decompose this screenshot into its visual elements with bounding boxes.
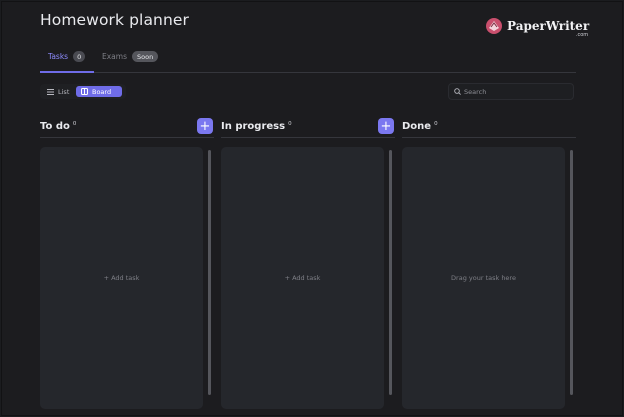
app-window: Homework planner PaperWriter .com Tasks …	[1, 1, 623, 416]
add-task-todo-button[interactable]: +	[197, 118, 213, 134]
brand-name: PaperWriter	[507, 19, 590, 33]
column-done[interactable]: Drag your task here	[402, 147, 565, 409]
tab-exams[interactable]: Exams Soon	[102, 51, 159, 62]
board-view-button[interactable]: Board	[76, 86, 122, 97]
column-todo[interactable]: + Add task	[40, 147, 203, 409]
column-todo-scrollbar[interactable]	[208, 150, 211, 395]
column-title-todo: To do	[40, 121, 70, 132]
board-icon	[81, 88, 88, 95]
plus-icon: +	[199, 118, 211, 134]
column-title-in-progress: In progress	[221, 121, 286, 132]
column-done-scrollbar[interactable]	[570, 150, 573, 395]
column-header-done: Done 0	[402, 116, 576, 138]
exams-soon-badge: Soon	[132, 51, 159, 62]
tab-bar: Tasks 0 Exams Soon	[40, 48, 576, 73]
brand-domain: .com	[575, 32, 589, 38]
list-view-label: List	[58, 87, 70, 96]
column-count-todo: 0	[72, 120, 77, 127]
add-task-link[interactable]: + Add task	[285, 274, 321, 282]
page-title: Homework planner	[40, 11, 190, 29]
tasks-count-badge: 0	[73, 51, 86, 62]
tab-tasks-label: Tasks	[48, 52, 69, 61]
column-header-todo: To do 0	[40, 116, 214, 138]
drop-zone-hint: Drag your task here	[451, 274, 516, 282]
list-icon	[47, 88, 54, 95]
plus-icon: +	[380, 118, 392, 134]
paperwriter-logo-icon	[486, 18, 502, 34]
column-in-progress[interactable]: + Add task	[221, 147, 384, 409]
column-title-done: Done	[402, 121, 432, 132]
search-icon	[454, 88, 461, 95]
tab-exams-label: Exams	[102, 52, 127, 61]
view-toggle: List Board	[40, 84, 126, 99]
brand-logo[interactable]: PaperWriter .com	[485, 17, 590, 38]
list-view-button[interactable]: List	[42, 86, 76, 97]
add-task-link[interactable]: + Add task	[104, 274, 140, 282]
search-box[interactable]	[448, 83, 574, 100]
column-header-in-progress: In progress 0	[221, 116, 395, 138]
column-in-progress-scrollbar[interactable]	[389, 150, 392, 395]
tab-tasks[interactable]: Tasks 0	[48, 51, 86, 62]
column-count-done: 0	[434, 120, 438, 127]
board-view-label: Board	[92, 87, 112, 96]
search-input[interactable]	[464, 87, 564, 96]
active-tab-indicator	[40, 71, 94, 73]
add-task-in-progress-button[interactable]: +	[378, 118, 394, 134]
column-count-in-progress: 0	[288, 120, 292, 127]
